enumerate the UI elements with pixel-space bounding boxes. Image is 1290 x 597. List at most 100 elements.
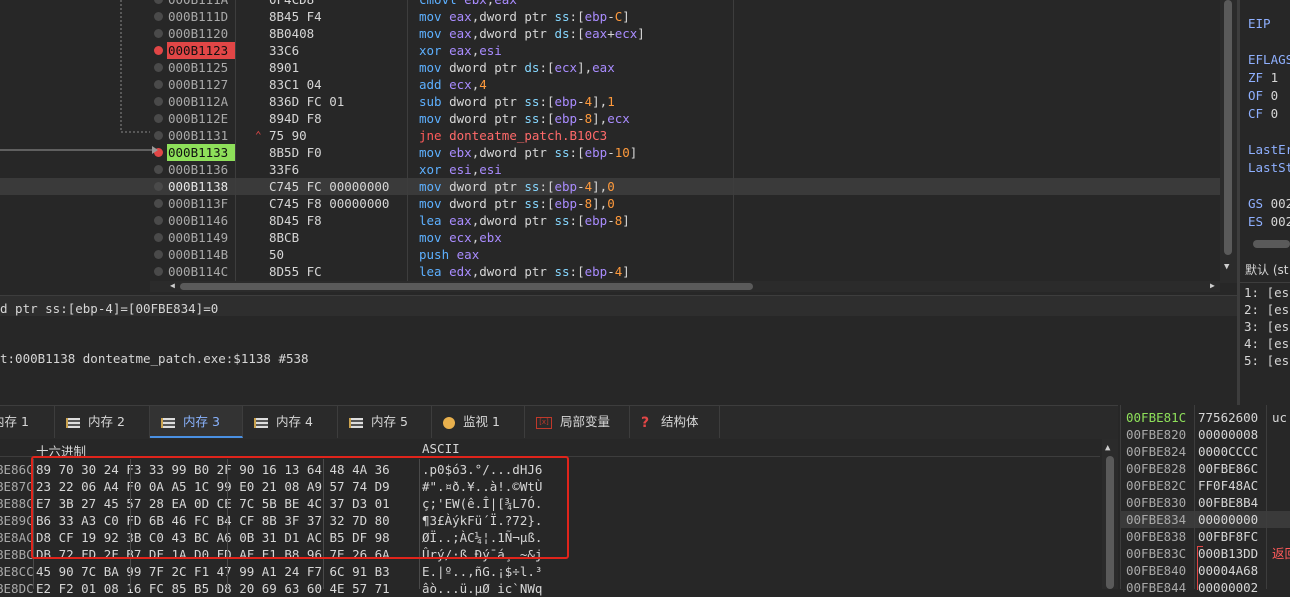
stack-row[interactable]: 00FBE828 00FBE86C xyxy=(1120,460,1290,477)
call-stack-item[interactable]: 5: [es xyxy=(1244,353,1289,368)
disassembly-rows: 000B111A 0F4CD8 cmovl ebx,eax 000B111D 8B45 … xyxy=(0,0,1220,280)
register-eflags[interactable]: EFLAGS xyxy=(1248,52,1290,67)
stack-row[interactable]: 00FBE81C 77562600 uc xyxy=(1120,409,1290,426)
column-divider xyxy=(1266,405,1267,589)
tab-memory-4[interactable]: 内存 4 xyxy=(243,406,338,438)
instruction-address: 000B1138 xyxy=(168,179,229,194)
stack-row[interactable]: 00FBE83C 000B13DD 返回 xyxy=(1120,545,1290,562)
register-of[interactable]: OF 0 xyxy=(1248,88,1278,103)
disassembly-row[interactable]: 000B113F C745 F8 00000000 mov dword ptr ss… xyxy=(0,195,1220,212)
dump-scroll-thumb[interactable] xyxy=(1106,456,1114,589)
disassembly-row[interactable]: 000B1136 33F6 xor esi,esi xyxy=(0,161,1220,178)
breakpoint-slot-icon[interactable] xyxy=(154,199,163,208)
tab-memory-3[interactable]: 内存 3 xyxy=(150,406,243,438)
tab-label: 局部变量 xyxy=(560,414,611,429)
tab-memory-2[interactable]: 内存 2 xyxy=(55,406,150,438)
disassembly-row[interactable]: 000B114C 8D55 FC lea edx,dword ptr ss:[ebp… xyxy=(0,263,1220,280)
disassembly-row[interactable]: 000B111A 0F4CD8 cmovl ebx,eax xyxy=(0,0,1220,8)
stack-row[interactable]: 00FBE824 0000CCCC xyxy=(1120,443,1290,460)
tab-label: 内存 3 xyxy=(183,414,220,429)
instruction-address: 000B112A xyxy=(168,94,229,109)
stack-row[interactable]: 00FBE840 00004A68 xyxy=(1120,562,1290,579)
disassembly-row[interactable]: 000B1131 ⌃ 75 90 jne donteatme_patch.B10C3 xyxy=(0,127,1220,144)
stack-address: 00FBE828 xyxy=(1126,461,1187,476)
breakpoint-slot-icon[interactable] xyxy=(154,216,163,225)
instruction-text: push eax xyxy=(419,247,480,262)
scroll-up-icon[interactable]: ▲ xyxy=(1105,443,1110,453)
disassembly-row[interactable]: 000B1138 C745 FC 00000000 mov dword ptr ss… xyxy=(0,178,1220,195)
disassembly-row[interactable]: 000B1127 83C1 04 add ecx,4 xyxy=(0,76,1220,93)
register-es[interactable]: ES 002 xyxy=(1248,214,1290,229)
call-stack-item[interactable]: 1: [es xyxy=(1244,285,1289,300)
register-cf[interactable]: CF 0 xyxy=(1248,106,1278,121)
breakpoint-slot-icon[interactable] xyxy=(154,165,163,174)
disassembly-scroll-thumb[interactable] xyxy=(1224,0,1232,255)
struct-icon: ? xyxy=(641,414,650,431)
register-zf[interactable]: ZF 1 xyxy=(1248,70,1278,85)
disassembly-hscroll-thumb[interactable] xyxy=(180,283,753,290)
disassembly-row[interactable]: 000B1125 8901 mov dword ptr ds:[ecx],eax xyxy=(0,59,1220,76)
instruction-text: xor eax,esi xyxy=(419,43,502,58)
stack-row[interactable]: 00FBE830 00FBE8B4 xyxy=(1120,494,1290,511)
disassembly-view[interactable]: 000B111A 0F4CD8 cmovl ebx,eax 000B111D 8B45 … xyxy=(0,0,1237,292)
breakpoint-slot-icon[interactable] xyxy=(154,250,163,259)
instruction-bytes: 0F4CD8 xyxy=(269,0,314,8)
call-stack-item[interactable]: 2: [es xyxy=(1244,302,1289,317)
instruction-bytes: 83C1 04 xyxy=(269,77,322,92)
tab-memory-5[interactable]: 内存 5 xyxy=(338,406,432,438)
stack-row[interactable]: 00FBE82C FF0F48AC xyxy=(1120,477,1290,494)
disassembly-row[interactable]: 000B111D 8B45 F4 mov eax,dword ptr ss:[ebp… xyxy=(0,8,1220,25)
call-stack-item[interactable]: 4: [es xyxy=(1244,336,1289,351)
disassembly-row[interactable]: 000B1133 8B5D F0 mov ebx,dword ptr ss:[ebp… xyxy=(0,144,1220,161)
stack-row[interactable]: 00FBE820 00000008 xyxy=(1120,426,1290,443)
stack-row[interactable]: 00FBE838 00FBF8FC xyxy=(1120,528,1290,545)
disassembly-row[interactable]: 000B1146 8D45 F8 lea eax,dword ptr ss:[ebp… xyxy=(0,212,1220,229)
instruction-address: 000B111D xyxy=(168,9,229,24)
instruction-text: mov ebx,dword ptr ss:[ebp-10] xyxy=(419,145,638,160)
instruction-text: mov eax,dword ptr ss:[ebp-C] xyxy=(419,9,630,24)
breakpoint-slot-icon[interactable] xyxy=(154,267,163,276)
instruction-bytes: C745 F8 00000000 xyxy=(269,196,390,211)
stack-value: 00000002 xyxy=(1198,580,1259,595)
scroll-right-icon[interactable]: ▶ xyxy=(1210,281,1215,290)
register-laster[interactable]: LastEr xyxy=(1248,142,1290,157)
tab-struct[interactable]: ? 结构体 xyxy=(630,406,720,438)
jump-arrows xyxy=(0,0,158,154)
instruction-address: 000B1123 xyxy=(167,42,236,59)
dump-tab-bar: 内存 1 内存 2 内存 3 内存 4 内存 5 监视 1 [x] 局部变量? 结构体 xyxy=(0,405,1118,440)
scroll-down-icon[interactable]: ▼ xyxy=(1224,262,1229,272)
disassembly-row[interactable]: 000B1149 8BCB mov ecx,ebx xyxy=(0,229,1220,246)
instruction-bytes: 8B0408 xyxy=(269,26,315,41)
registers-view[interactable]: EIPEFLAGSZF 1OF 0CF 0LastErLastStGS 002E… xyxy=(1239,0,1290,258)
disassembly-row[interactable]: 000B112E 894D F8 mov dword ptr ss:[ebp-8],… xyxy=(0,110,1220,127)
memory-icon xyxy=(161,417,175,428)
breakpoint-slot-icon[interactable] xyxy=(154,233,163,242)
tab-watch[interactable]: 监视 1 xyxy=(432,406,525,438)
registers-scroll-thumb[interactable] xyxy=(1253,240,1290,248)
call-stack-item[interactable]: 3: [es xyxy=(1244,319,1289,334)
disassembly-row[interactable]: 000B112A 836D FC 01 sub dword ptr ss:[ebp-… xyxy=(0,93,1220,110)
disassembly-row[interactable]: 000B1123 33C6 xor eax,esi xyxy=(0,42,1220,59)
stack-row[interactable]: 00FBE834 00000000 xyxy=(1120,511,1290,528)
tab-label: 内存 5 xyxy=(371,414,408,429)
tab-memory-1[interactable]: 内存 1 xyxy=(0,406,55,438)
register-eip[interactable]: EIP xyxy=(1248,16,1271,31)
tab-label: 内存 1 xyxy=(0,414,29,429)
register-name: GS xyxy=(1248,196,1264,211)
breakpoint-slot-icon[interactable] xyxy=(154,182,163,191)
scroll-left-icon[interactable]: ◀ xyxy=(170,281,175,290)
instruction-text: mov eax,dword ptr ds:[eax+ecx] xyxy=(419,26,645,41)
tab-label: 内存 2 xyxy=(88,414,125,429)
stack-address: 00FBE82C xyxy=(1126,478,1187,493)
dump-address: BE8AC xyxy=(0,530,34,545)
register-value: 002 xyxy=(1270,214,1290,229)
register-gs[interactable]: GS 002 xyxy=(1248,196,1290,211)
disassembly-row[interactable]: 000B114B 50 push eax xyxy=(0,246,1220,263)
instruction-bytes: 8D45 F8 xyxy=(269,213,322,228)
dump-address: BE8CC xyxy=(0,564,34,579)
disassembly-row[interactable]: 000B1120 8B0408 mov eax,dword ptr ds:[eax+… xyxy=(0,25,1220,42)
stack-address: 00FBE830 xyxy=(1126,495,1187,510)
register-lastst[interactable]: LastSt xyxy=(1248,160,1290,175)
stack-row[interactable]: 00FBE844 00000002 xyxy=(1120,579,1290,596)
tab-local[interactable]: [x] 局部变量 xyxy=(525,406,630,438)
